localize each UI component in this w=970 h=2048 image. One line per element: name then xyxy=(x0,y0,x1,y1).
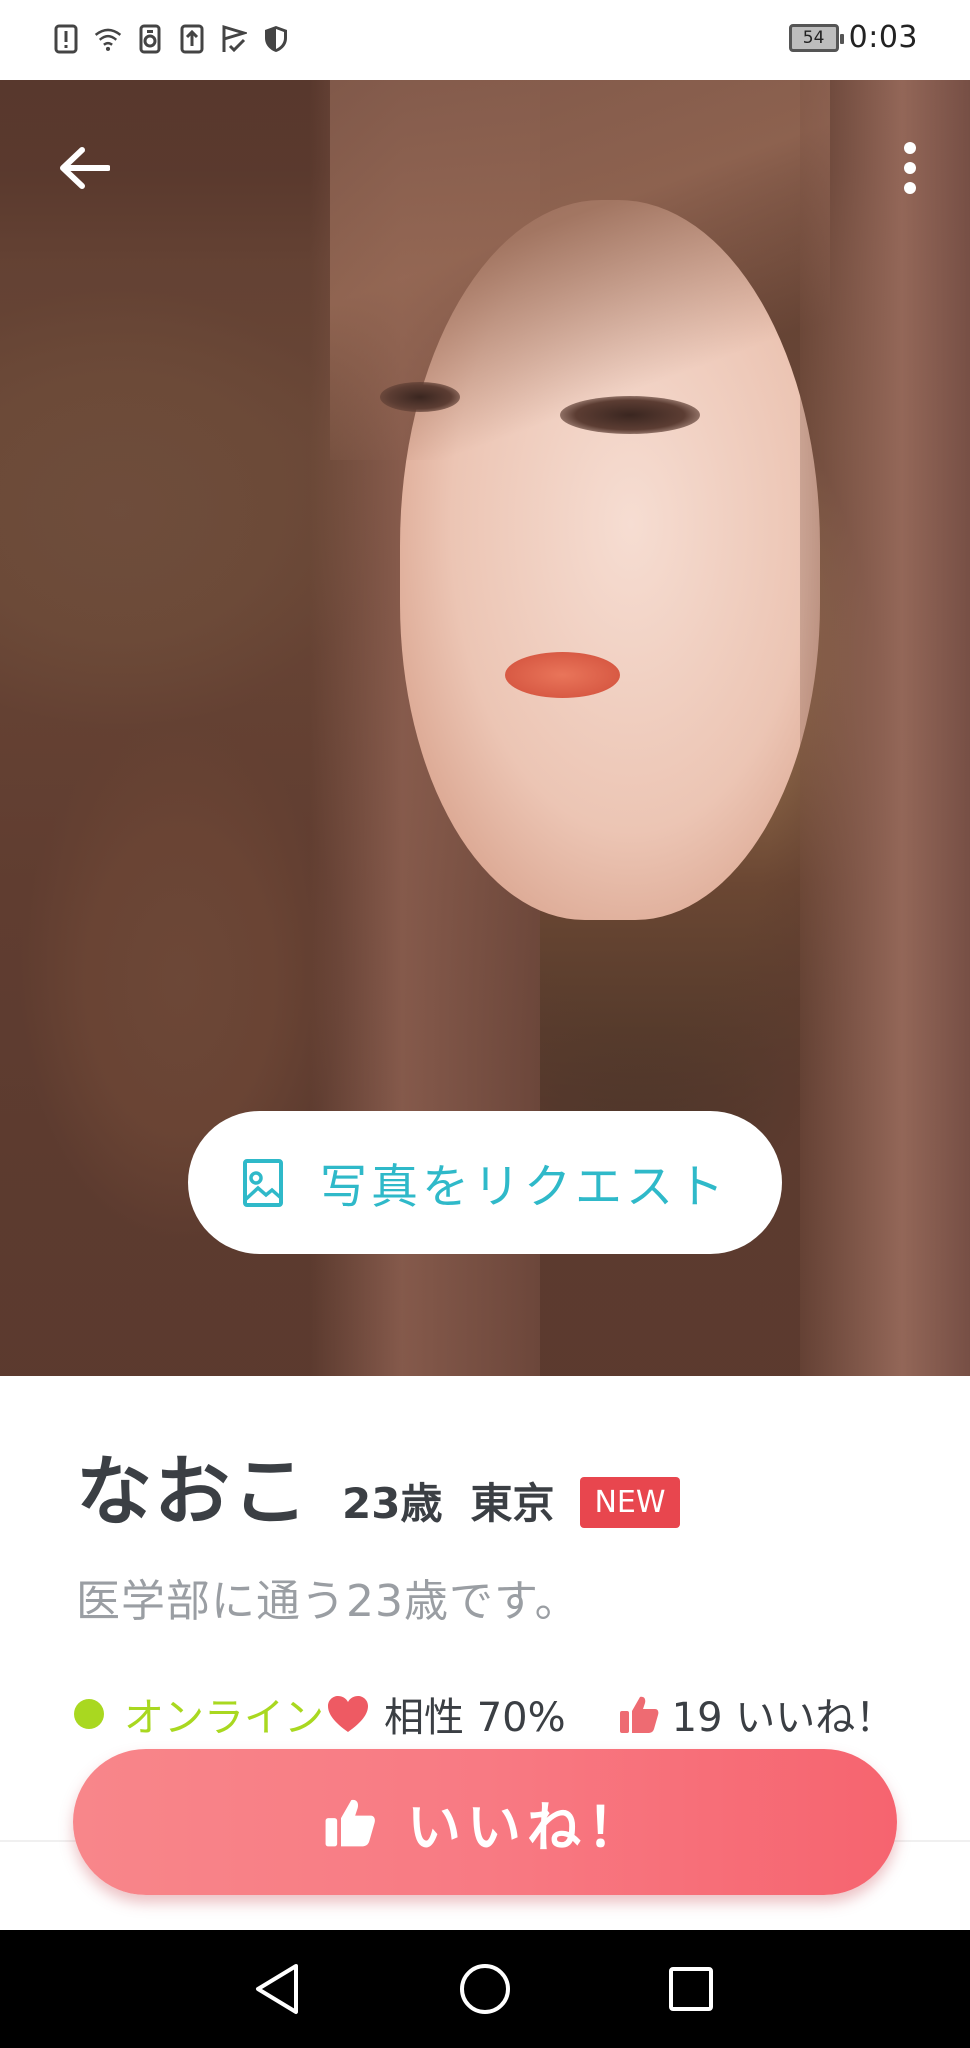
more-vertical-icon xyxy=(904,142,916,194)
upload-icon xyxy=(178,22,206,56)
photo-layer xyxy=(800,80,970,1376)
status-icons xyxy=(52,22,290,56)
battery-icon: 54 xyxy=(788,23,844,52)
compatibility-label: 相性 70% xyxy=(384,1695,566,1741)
wifi-icon xyxy=(94,22,122,56)
square-recents-icon xyxy=(669,1967,713,2011)
circle-home-icon xyxy=(460,1964,510,2014)
more-button[interactable] xyxy=(882,132,938,204)
like-button[interactable]: いいね！ xyxy=(73,1749,897,1895)
profile-name: なおこ xyxy=(76,1447,310,1536)
online-status-icon xyxy=(74,1699,104,1729)
likes-count: 19 いいね！ xyxy=(618,1685,896,1743)
photo-layer xyxy=(560,396,700,434)
sim-icon xyxy=(136,22,164,56)
photo-layer xyxy=(380,382,460,412)
image-icon xyxy=(243,1158,283,1207)
likes-label: 19 いいね！ xyxy=(671,1695,896,1741)
compatibility: 相性 70% xyxy=(326,1685,566,1743)
navigation-bar xyxy=(0,1930,970,2048)
online-status: オンライン xyxy=(124,1695,324,1741)
nav-recents-button[interactable] xyxy=(654,1952,728,2026)
thumbs-up-icon xyxy=(619,1696,658,1733)
thumbs-up-icon xyxy=(325,1799,375,1847)
like-button-label: いいね！ xyxy=(407,1795,647,1859)
request-photo-button[interactable]: 写真をリクエスト xyxy=(188,1111,782,1254)
nav-back-button[interactable] xyxy=(240,1952,314,2026)
back-button[interactable] xyxy=(48,132,120,204)
new-badge: NEW xyxy=(580,1477,680,1528)
clock: 0:03 xyxy=(848,20,918,55)
heart-icon xyxy=(328,1696,368,1732)
profile-age: 23歳 xyxy=(342,1479,443,1528)
shield-icon xyxy=(262,22,290,56)
status-right: 54 0:03 xyxy=(788,20,918,55)
profile-intro: 医学部に通う23歳です。 xyxy=(76,1576,580,1627)
check-flag-icon xyxy=(220,22,248,56)
profile-header: なおこ 23歳 東京 NEW xyxy=(76,1430,680,1540)
status-bar: 54 0:03 xyxy=(0,0,970,80)
profile-location: 東京 xyxy=(470,1479,555,1528)
request-photo-label: 写真をリクエスト xyxy=(320,1160,728,1215)
photo-layer xyxy=(505,652,620,698)
battery-level: 54 xyxy=(802,27,825,48)
alert-icon xyxy=(52,22,80,56)
arrow-left-icon xyxy=(60,147,110,189)
nav-home-button[interactable] xyxy=(448,1952,522,2026)
profile-stats: オンライン 相性 70% 19 いいね！ xyxy=(74,1686,895,1742)
triangle-back-icon xyxy=(256,1964,298,2014)
profile-photo[interactable]: 写真をリクエスト xyxy=(0,80,970,1376)
